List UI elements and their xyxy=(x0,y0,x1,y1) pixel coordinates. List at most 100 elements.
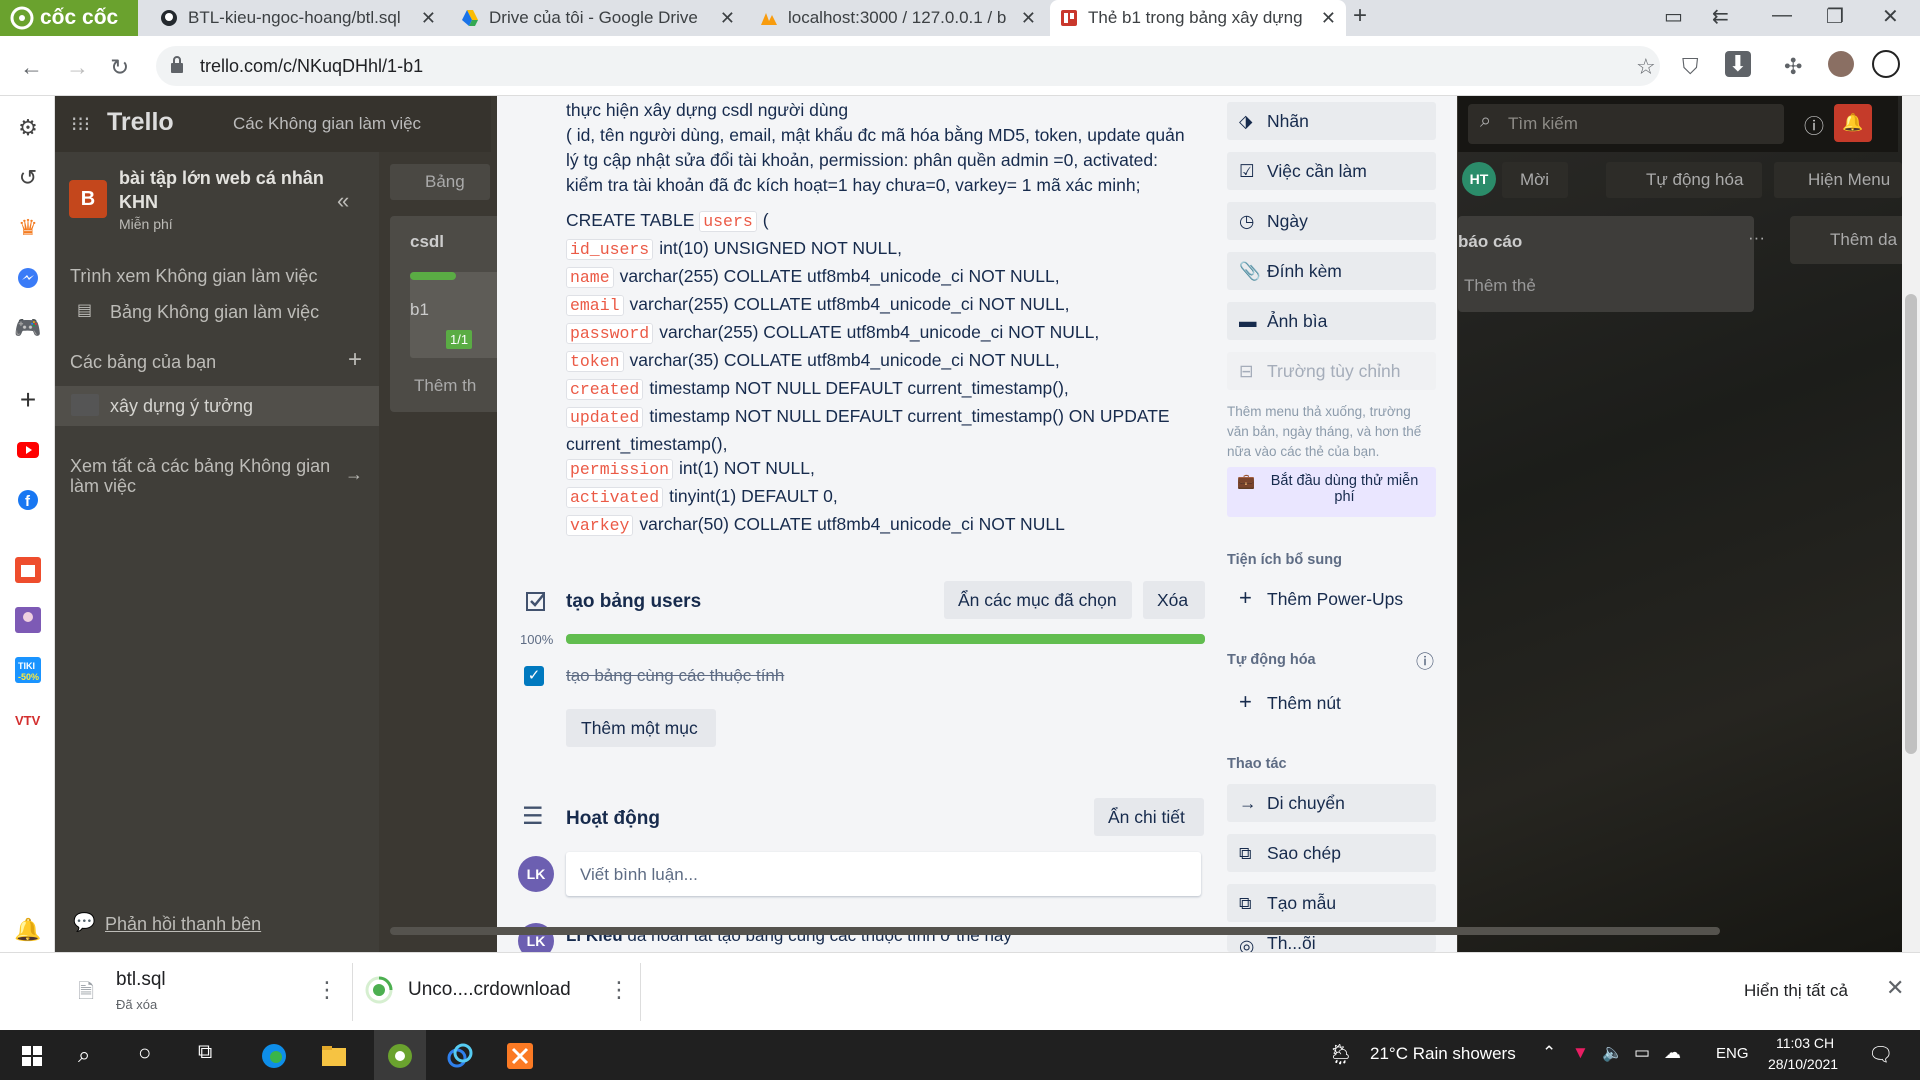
weather-text[interactable]: 21°C Rain showers xyxy=(1370,1044,1516,1064)
coccoc-menu-button[interactable]: cốc cốc xyxy=(0,0,138,36)
history-icon[interactable]: ↺ xyxy=(14,164,42,192)
delete-checklist-button[interactable]: Xóa xyxy=(1143,581,1205,619)
app-blue-icon[interactable] xyxy=(444,1040,476,1072)
notification-bell-icon[interactable]: 🔔 xyxy=(1834,104,1872,142)
download-item[interactable]: 🗎 btl.sql Đã xóa ⋮ xyxy=(70,967,350,1017)
search-input[interactable]: Tìm kiếm xyxy=(1468,104,1784,144)
cover-button[interactable]: ▬ Ảnh bìa xyxy=(1227,302,1436,340)
tray-chevron-icon[interactable]: ⌃ xyxy=(1542,1043,1556,1063)
attachment-button[interactable]: 📎 Đính kèm xyxy=(1227,252,1436,290)
edge-icon[interactable] xyxy=(258,1040,290,1072)
reload-icon[interactable]: ↻ xyxy=(110,54,129,81)
coccoc-taskbar-icon[interactable] xyxy=(384,1040,416,1072)
restore-icon[interactable]: ❐ xyxy=(1826,4,1844,29)
action-center-icon[interactable]: 🗨 xyxy=(1868,1042,1893,1067)
download-icon[interactable]: ⬇ xyxy=(1725,51,1751,77)
extensions-icon[interactable]: ✣ xyxy=(1784,54,1802,80)
xampp-icon[interactable] xyxy=(504,1040,536,1072)
sidebar-feedback-link[interactable]: Phản hồi thanh bên xyxy=(105,914,261,935)
messenger-icon[interactable] xyxy=(14,264,42,292)
card-b1[interactable]: b1 1/1 xyxy=(410,272,510,358)
tab-github[interactable]: BTL-kieu-ngoc-hoang/btl.sql ✕ xyxy=(150,0,446,36)
download-menu-icon[interactable]: ⋮ xyxy=(316,977,338,1003)
clock-date[interactable]: 28/10/2021 xyxy=(1768,1056,1838,1072)
board-item-label[interactable]: xây dựng ý tưởng xyxy=(110,396,253,417)
trello-logo[interactable]: Trello xyxy=(107,108,174,137)
labels-button[interactable]: ⬗ Nhãn xyxy=(1227,102,1436,140)
screen-capture-icon[interactable]: ▭ xyxy=(1664,4,1683,29)
youtube-icon[interactable] xyxy=(14,436,42,464)
download-item-in-progress[interactable]: Unco....crdownload ⋮ xyxy=(362,967,642,1017)
download-menu-icon[interactable]: ⋮ xyxy=(608,977,630,1003)
new-tab-icon[interactable]: + xyxy=(1353,2,1367,30)
profile-avatar[interactable] xyxy=(1828,51,1854,77)
checklist-title[interactable]: tạo bảng users xyxy=(566,591,701,613)
windows-start-icon[interactable] xyxy=(16,1040,48,1072)
tab-drive[interactable]: Drive của tôi - Google Drive ✕ xyxy=(451,0,745,36)
task-view-icon[interactable]: ⧉ xyxy=(198,1041,212,1064)
file-explorer-icon[interactable] xyxy=(318,1040,350,1072)
close-tab-icon[interactable]: ✕ xyxy=(1321,8,1336,29)
custom-fields-button[interactable]: ⊟ Trường tùy chỉnh xyxy=(1227,352,1436,390)
forward-icon[interactable]: → xyxy=(66,54,89,81)
antivirus-icon[interactable]: ▼ xyxy=(1572,1043,1589,1063)
close-tab-icon[interactable]: ✕ xyxy=(1021,8,1036,29)
hide-checked-button[interactable]: Ẩn các mục đã chọn xyxy=(944,581,1132,619)
back-history-icon[interactable]: ⇇ xyxy=(1712,4,1729,29)
game-controller-icon[interactable]: 🎮 xyxy=(14,314,42,342)
address-bar[interactable]: trello.com/c/NKuqDHhl/1-b1 xyxy=(156,46,1660,86)
invite-button[interactable]: Mời xyxy=(1502,162,1568,198)
notification-bell-icon[interactable]: 🔔 xyxy=(14,916,42,944)
move-button[interactable]: → Di chuyển xyxy=(1227,784,1436,822)
view-all-boards-link[interactable]: Xem tất cả các bảng Không gian xyxy=(70,456,330,477)
page-scrollbar[interactable] xyxy=(1902,96,1920,952)
cloud-icon[interactable]: ☁ xyxy=(1664,1043,1681,1063)
add-card-button[interactable]: Thêm thẻ xyxy=(1464,276,1536,296)
checklist-button[interactable]: ☑ Việc cần làm xyxy=(1227,152,1436,190)
show-menu-button[interactable]: Hiện Menu xyxy=(1774,162,1902,198)
add-checklist-item-button[interactable]: Thêm một mục xyxy=(566,709,716,747)
language-indicator[interactable]: ENG xyxy=(1716,1045,1749,1062)
battery-icon[interactable]: ▭ xyxy=(1634,1043,1650,1063)
search-icon[interactable]: ⌕ xyxy=(78,1042,90,1068)
weather-icon[interactable]: 🌦 xyxy=(1328,1042,1353,1067)
account-circle-icon[interactable] xyxy=(1872,50,1900,78)
copy-button[interactable]: ⧉ Sao chép xyxy=(1227,834,1436,872)
close-tab-icon[interactable]: ✕ xyxy=(421,8,436,29)
apps-grid-icon[interactable]: ⁝⁝⁝ xyxy=(71,112,90,137)
close-tab-icon[interactable]: ✕ xyxy=(720,8,735,29)
crown-icon[interactable]: ♛ xyxy=(14,214,42,242)
facebook-icon[interactable]: f xyxy=(14,486,42,514)
tab-phpmyadmin[interactable]: localhost:3000 / 127.0.0.1 / b ✕ xyxy=(750,0,1046,36)
board-hscroll[interactable] xyxy=(390,924,1720,938)
add-button-button[interactable]: + Thêm nút xyxy=(1227,684,1436,722)
add-board-icon[interactable]: + xyxy=(348,346,362,374)
automation-info-icon[interactable]: ⓘ xyxy=(1416,648,1434,674)
show-all-downloads-link[interactable]: Hiển thị tất cả xyxy=(1744,981,1848,1001)
add-list-button[interactable]: Thêm da xyxy=(1790,216,1910,264)
collapse-sidebar-icon[interactable]: « xyxy=(337,188,349,214)
make-template-button[interactable]: ⧉ Tạo mẫu xyxy=(1227,884,1436,922)
minimize-icon[interactable]: — xyxy=(1772,4,1792,27)
checklist-checkbox[interactable]: ✓ xyxy=(524,666,544,686)
start-trial-button[interactable]: 💼 Bắt đầu dùng thử miễn phí xyxy=(1227,467,1436,517)
clock-time[interactable]: 11:03 CH xyxy=(1776,1035,1834,1051)
tab-trello-active[interactable]: Thẻ b1 trong bảng xây dựng ✕ xyxy=(1050,0,1346,36)
close-window-icon[interactable]: ✕ xyxy=(1882,4,1899,29)
member-avatar[interactable]: HT xyxy=(1462,162,1496,196)
checklist-item[interactable]: tạo bảng cùng các thuộc tính xyxy=(566,666,784,686)
close-downloads-icon[interactable]: ✕ xyxy=(1886,975,1904,1001)
comment-input[interactable]: Viết bình luận... xyxy=(566,852,1201,896)
bookmark-star-icon[interactable]: ☆ xyxy=(1636,54,1656,80)
automation-button[interactable]: Tự động hóa xyxy=(1606,162,1762,198)
scrollbar-thumb[interactable] xyxy=(1905,294,1917,754)
hide-details-button[interactable]: Ẩn chi tiết xyxy=(1094,798,1204,836)
settings-gear-icon[interactable]: ⚙ xyxy=(14,114,42,142)
tiki-icon[interactable]: TIKI -50% xyxy=(14,656,42,684)
workspaces-menu[interactable]: Các Không gian làm việc xyxy=(233,114,421,134)
game-avatar-icon[interactable] xyxy=(14,606,42,634)
add-app-icon[interactable]: + xyxy=(14,384,42,415)
back-icon[interactable]: ← xyxy=(20,54,43,81)
speaker-icon[interactable]: 🔈 xyxy=(1602,1043,1623,1063)
vtv-icon[interactable]: VTV xyxy=(14,706,42,734)
